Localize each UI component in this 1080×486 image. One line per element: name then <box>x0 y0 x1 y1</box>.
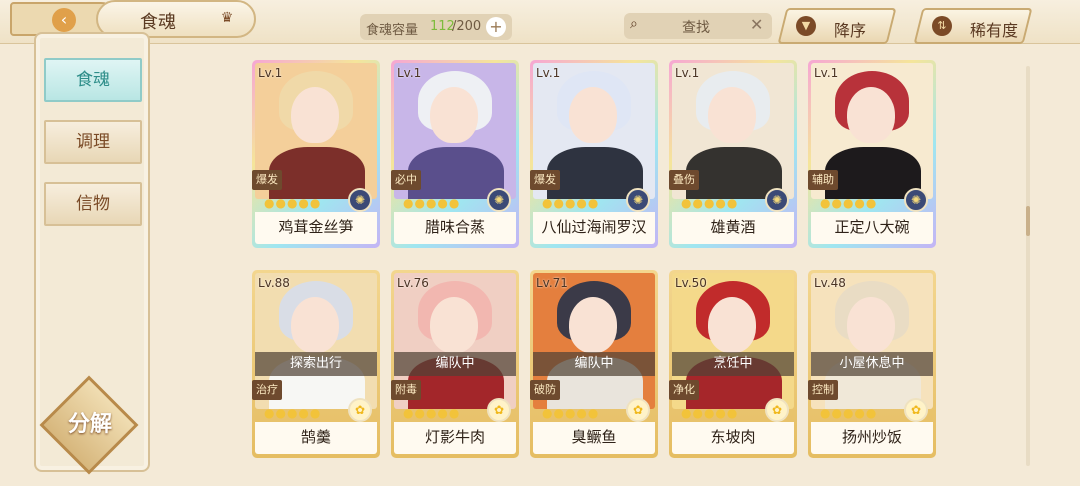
decompose-label: 分解 <box>67 412 112 437</box>
card-role-badge: 必中 <box>391 170 421 190</box>
food-soul-card[interactable]: Lv.1 叠伤 ●●●●● ✺ 雄黄酒 <box>669 60 797 248</box>
sort-by-label: 稀有度 <box>970 21 1019 40</box>
card-role-badge: 爆发 <box>252 170 282 190</box>
card-level: Lv.76 <box>397 276 429 290</box>
star-rating-icon: ●●●●● <box>681 196 739 210</box>
food-soul-card[interactable]: Lv.48 小屋休息中 控制 ●●●●● ✿ 扬州炒饭 <box>808 270 936 458</box>
sidebar-item-cooking[interactable]: 调理 <box>44 120 142 164</box>
card-role-badge: 破防 <box>530 380 560 400</box>
card-status: 探索出行 <box>255 352 377 376</box>
star-rating-icon: ●●●●● <box>403 406 461 420</box>
sidebar-item-food-soul[interactable]: 食魂 <box>44 58 142 102</box>
star-rating-icon: ●●●●● <box>403 196 461 210</box>
food-soul-card[interactable]: Lv.50 烹饪中 净化 ●●●●● ✿ 东坡肉 <box>669 270 797 458</box>
capacity-display: 食魂容量 112 /200 + <box>360 14 512 40</box>
card-status: 小屋休息中 <box>811 352 933 376</box>
card-role-badge: 辅助 <box>808 170 838 190</box>
star-rating-icon: ●●●●● <box>820 406 878 420</box>
element-icon: ✺ <box>487 188 511 212</box>
element-icon: ✺ <box>348 188 372 212</box>
flower-icon: ✿ <box>487 398 511 422</box>
card-level: Lv.1 <box>675 66 700 80</box>
star-rating-icon: ●●●●● <box>820 196 878 210</box>
card-name: 灯影牛肉 <box>394 422 516 454</box>
food-soul-card[interactable]: Lv.76 编队中 附毒 ●●●●● ✿ 灯影牛肉 <box>391 270 519 458</box>
flower-icon: ✿ <box>904 398 928 422</box>
top-bar: ‹ 食魂 ♛ 食魂容量 112 /200 + ⌕ 查找 ✕ ▼ 降序 ⇅ 稀有度 <box>0 0 1080 44</box>
page-title: 食魂 <box>140 12 176 33</box>
card-level: Lv.1 <box>258 66 283 80</box>
card-level: Lv.1 <box>536 66 561 80</box>
face-shape <box>430 297 478 353</box>
food-soul-card[interactable]: Lv.1 爆发 ●●●●● ✺ 鸡茸金丝笋 <box>252 60 380 248</box>
card-name: 扬州炒饭 <box>811 422 933 454</box>
flower-icon: ✿ <box>765 398 789 422</box>
card-role-badge: 附毒 <box>391 380 421 400</box>
card-name: 鸡茸金丝笋 <box>255 212 377 244</box>
food-soul-card[interactable]: Lv.71 编队中 破防 ●●●●● ✿ 臭鳜鱼 <box>530 270 658 458</box>
card-level: Lv.71 <box>536 276 568 290</box>
add-capacity-button[interactable]: + <box>486 17 506 37</box>
flower-icon: ✿ <box>626 398 650 422</box>
star-rating-icon: ●●●●● <box>681 406 739 420</box>
sort-by-button[interactable]: ⇅ 稀有度 <box>913 8 1033 44</box>
star-rating-icon: ●●●●● <box>542 406 600 420</box>
star-rating-icon: ●●●●● <box>264 196 322 210</box>
card-status: 烹饪中 <box>672 352 794 376</box>
clear-search-icon[interactable]: ✕ <box>750 15 763 34</box>
face-shape <box>847 297 895 353</box>
card-name: 雄黄酒 <box>672 212 794 244</box>
star-rating-icon: ●●●●● <box>264 406 322 420</box>
sort-criteria-icon: ⇅ <box>932 16 952 36</box>
face-shape <box>708 297 756 353</box>
card-level: Lv.1 <box>814 66 839 80</box>
scroll-thumb[interactable] <box>1026 206 1030 236</box>
food-soul-card[interactable]: Lv.88 探索出行 治疗 ●●●●● ✿ 鹄羹 <box>252 270 380 458</box>
card-role-badge: 净化 <box>669 380 699 400</box>
food-soul-card[interactable]: Lv.1 辅助 ●●●●● ✺ 正定八大碗 <box>808 60 936 248</box>
sidebar-item-tokens[interactable]: 信物 <box>44 182 142 226</box>
sort-order-button[interactable]: ▼ 降序 <box>777 8 897 44</box>
food-soul-card[interactable]: Lv.1 必中 ●●●●● ✺ 腊味合蒸 <box>391 60 519 248</box>
card-level: Lv.88 <box>258 276 290 290</box>
search-placeholder: 查找 <box>682 20 710 36</box>
star-rating-icon: ●●●●● <box>542 196 600 210</box>
card-name: 臭鳜鱼 <box>533 422 655 454</box>
card-name: 鹄羹 <box>255 422 377 454</box>
face-shape <box>430 87 478 143</box>
sort-desc-icon: ▼ <box>796 16 816 36</box>
card-status: 编队中 <box>394 352 516 376</box>
search-input[interactable]: ⌕ 查找 ✕ <box>624 13 772 39</box>
face-shape <box>291 87 339 143</box>
face-shape <box>847 87 895 143</box>
card-name: 八仙过海闹罗汉 <box>533 212 655 244</box>
card-name: 正定八大碗 <box>811 212 933 244</box>
flower-icon: ✿ <box>348 398 372 422</box>
card-level: Lv.48 <box>814 276 846 290</box>
crown-icon: ♛ <box>220 10 234 26</box>
card-name: 东坡肉 <box>672 422 794 454</box>
card-role-badge: 爆发 <box>530 170 560 190</box>
element-icon: ✺ <box>765 188 789 212</box>
element-icon: ✺ <box>904 188 928 212</box>
face-shape <box>569 87 617 143</box>
card-name: 腊味合蒸 <box>394 212 516 244</box>
face-shape <box>291 297 339 353</box>
face-shape <box>569 297 617 353</box>
card-level: Lv.1 <box>397 66 422 80</box>
sort-order-label: 降序 <box>834 21 867 40</box>
card-level: Lv.50 <box>675 276 707 290</box>
capacity-label: 食魂容量 <box>366 23 419 38</box>
food-soul-card[interactable]: Lv.1 爆发 ●●●●● ✺ 八仙过海闹罗汉 <box>530 60 658 248</box>
card-role-badge: 控制 <box>808 380 838 400</box>
face-shape <box>708 87 756 143</box>
element-icon: ✺ <box>626 188 650 212</box>
back-arrow-icon: ‹ <box>52 8 76 32</box>
capacity-total: /200 <box>452 19 482 34</box>
card-status: 编队中 <box>533 352 655 376</box>
scrollbar[interactable] <box>1026 66 1030 466</box>
search-icon: ⌕ <box>630 16 638 32</box>
card-role-badge: 叠伤 <box>669 170 699 190</box>
card-role-badge: 治疗 <box>252 380 282 400</box>
